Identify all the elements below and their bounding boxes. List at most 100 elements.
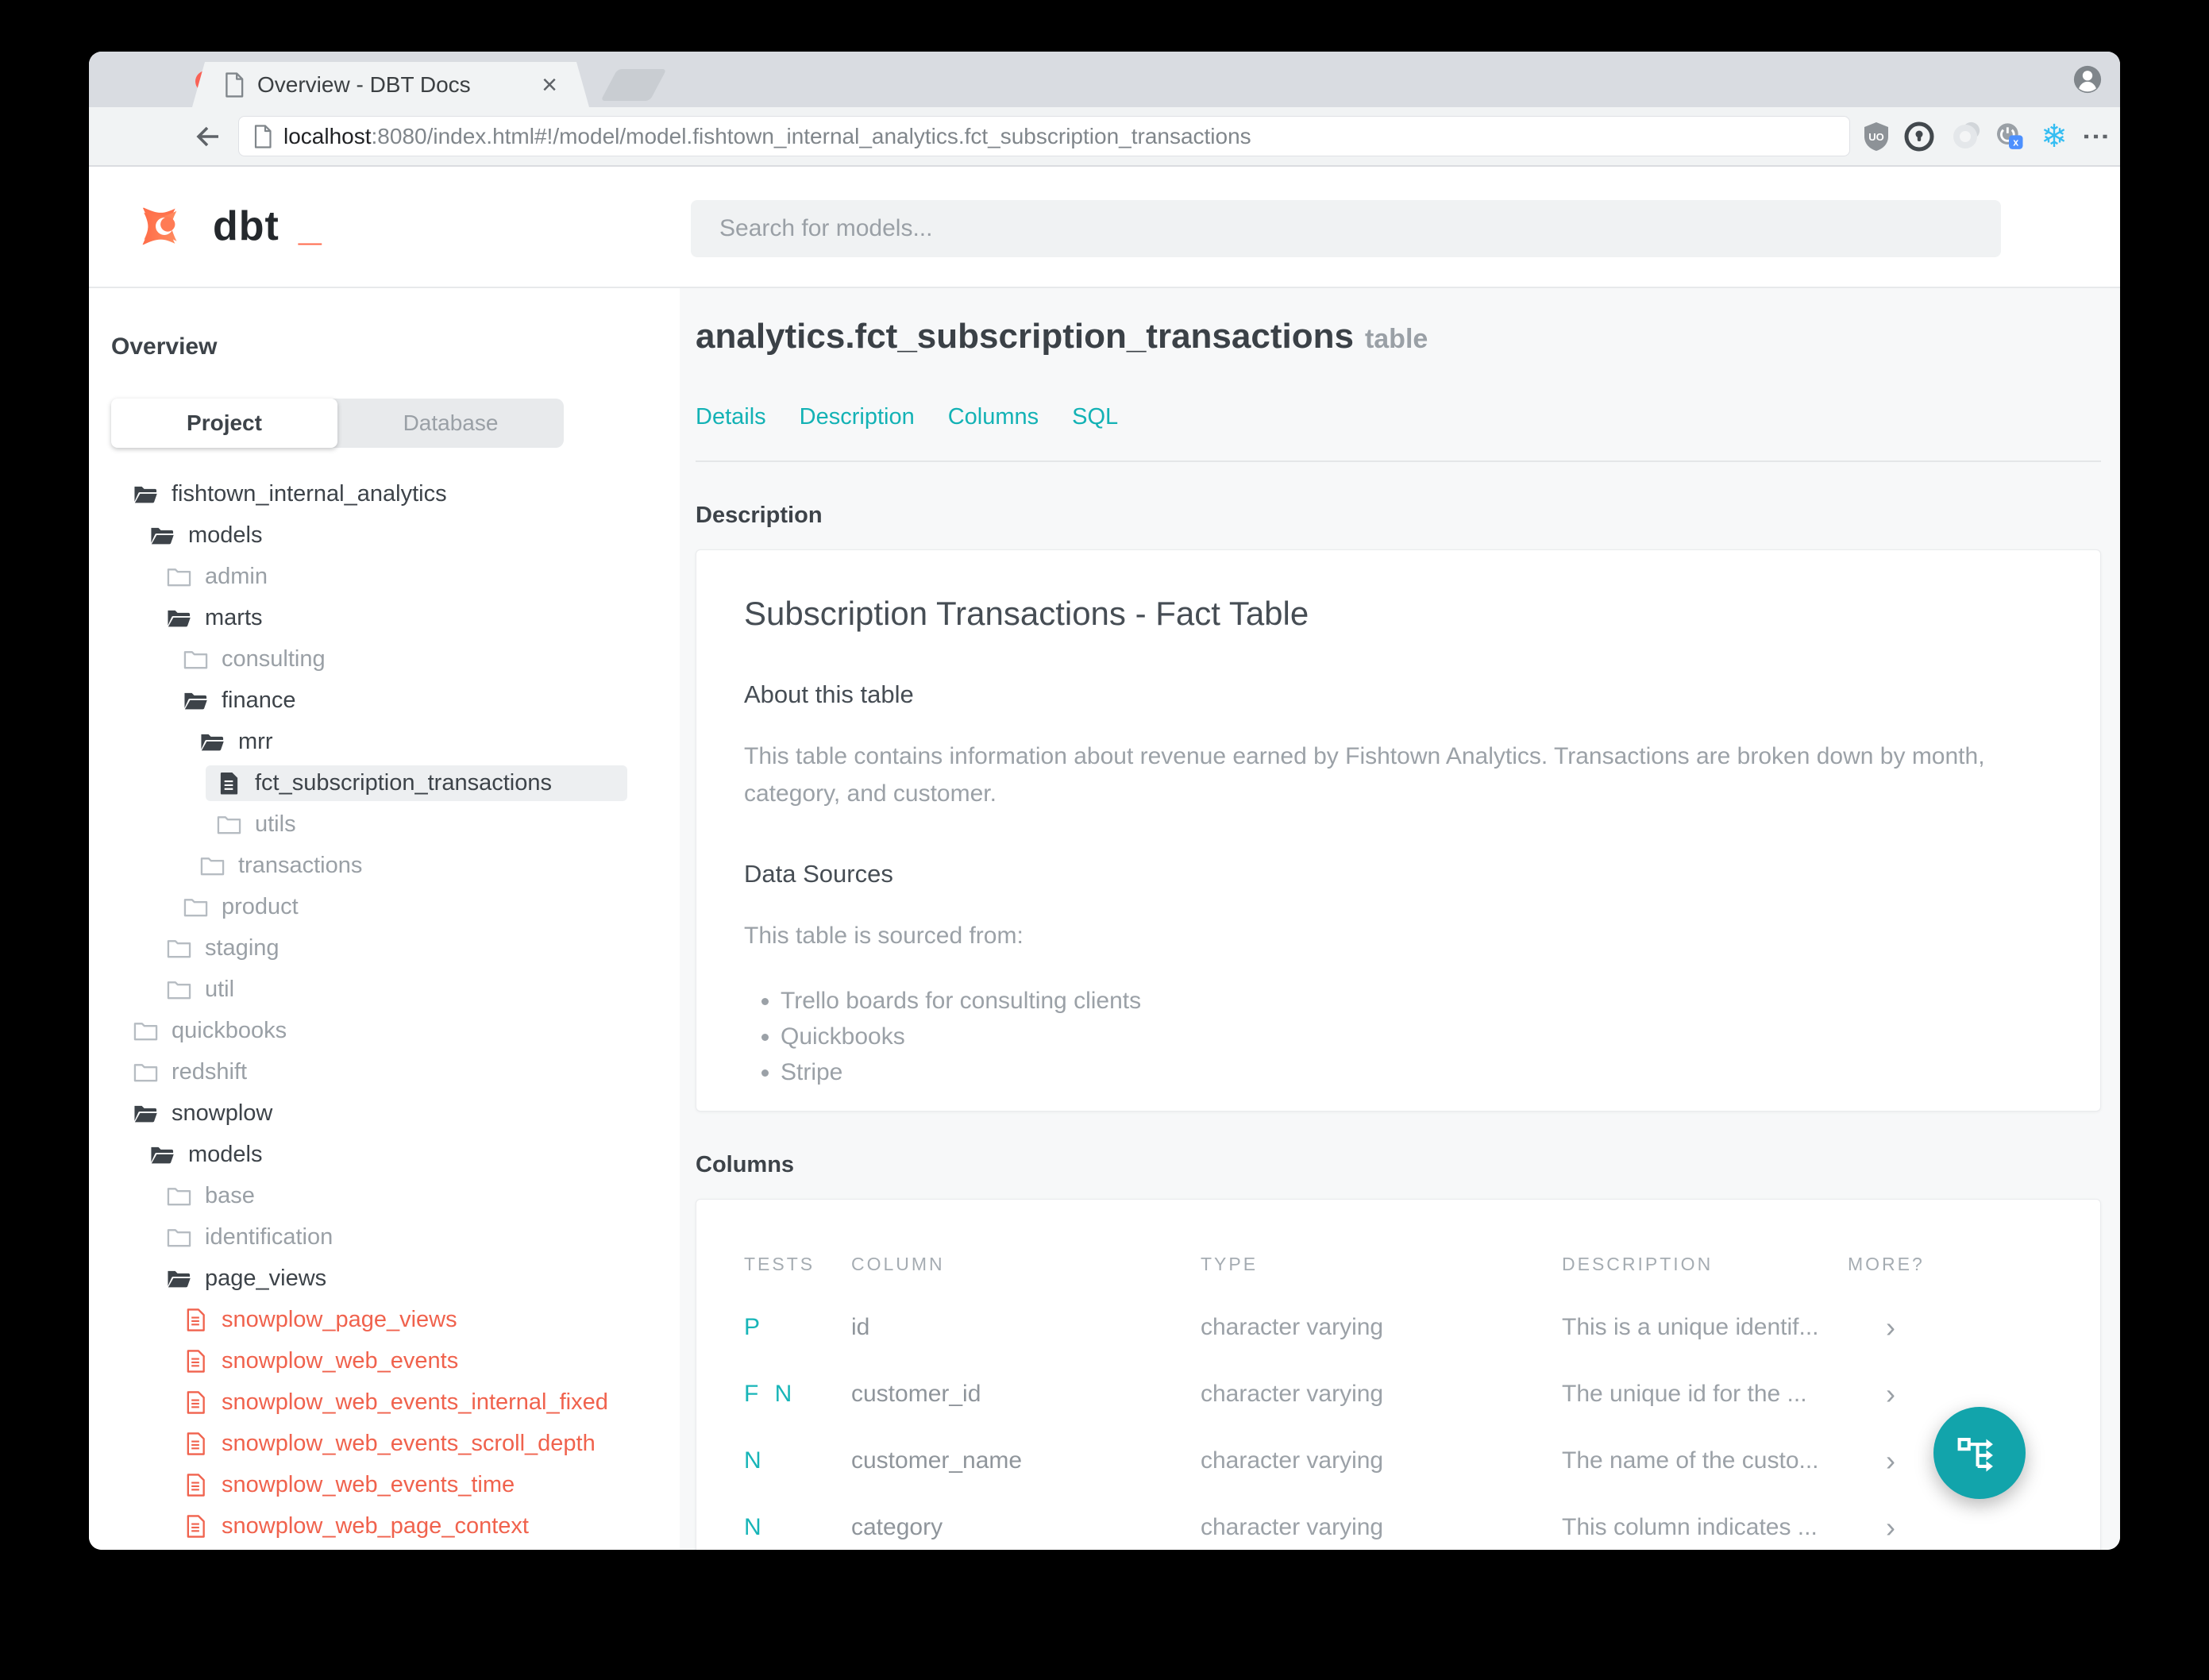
- type-cell: character varying: [1201, 1514, 1384, 1540]
- swirl-extension-icon[interactable]: [1948, 119, 1983, 154]
- tree-item-models[interactable]: models: [111, 514, 680, 556]
- column-header: TESTS: [744, 1254, 815, 1274]
- anchor-link[interactable]: Details: [696, 404, 766, 430]
- tab-title: Overview - DBT Docs: [257, 71, 471, 97]
- tree-item-redshift[interactable]: redshift: [111, 1051, 680, 1092]
- columns-section-heading: Columns: [696, 1152, 795, 1177]
- description-cell: This is a unique identif...: [1562, 1314, 1819, 1340]
- table-row-customer_id[interactable]: F N customer_id character varying The un…: [744, 1361, 2053, 1428]
- materialization-badge: table: [1364, 324, 1428, 354]
- url-bar[interactable]: localhost:8080/index.html#!/model/model.…: [238, 116, 1850, 156]
- tree-item-fct_subscription_transactions[interactable]: fct_subscription_transactions: [111, 762, 680, 803]
- tree-item-icon: [183, 1432, 208, 1455]
- tree-item-icon: [167, 937, 191, 960]
- tests-cell: P: [744, 1314, 765, 1340]
- tree-item-snowplow[interactable]: snowplow: [111, 1092, 680, 1134]
- anchor-link[interactable]: Columns: [948, 404, 1039, 430]
- url-host: localhost: [283, 123, 372, 148]
- expand-row-chevron-icon[interactable]: ›: [1848, 1294, 2053, 1361]
- description-section-heading: Description: [696, 503, 823, 528]
- tree-item-util[interactable]: util: [111, 969, 680, 1010]
- type-cell: character varying: [1201, 1381, 1384, 1407]
- tree-item-staging[interactable]: staging: [111, 927, 680, 969]
- page-icon: [253, 125, 272, 148]
- onepassword-extension-icon[interactable]: [1902, 119, 1937, 154]
- divider: [696, 460, 2101, 462]
- page-title: analytics.fct_subscription_transactions t…: [696, 317, 1428, 356]
- profile-avatar-icon[interactable]: [2072, 64, 2103, 94]
- new-tab-button[interactable]: [600, 69, 667, 101]
- column-name-cell: customer_name: [851, 1447, 1023, 1474]
- description-card: Subscription Transactions - Fact Table A…: [696, 549, 2101, 1112]
- dbt-logo[interactable]: dbt _: [133, 195, 322, 257]
- column-name-cell: category: [851, 1514, 943, 1540]
- doc-title: Subscription Transactions - Fact Table: [744, 595, 1309, 632]
- source-toggle: Project Database: [111, 399, 564, 448]
- ublock-extension-icon[interactable]: UO: [1859, 119, 1894, 154]
- url-path: :8080/index.html#!/model/model.fishtown_…: [371, 123, 1251, 148]
- table-row-id[interactable]: P id character varying This is a unique …: [744, 1294, 2053, 1361]
- about-heading: About this table: [744, 680, 914, 708]
- table-row-customer_name[interactable]: N customer_name character varying The na…: [744, 1428, 2053, 1494]
- browser-toolbar: localhost:8080/index.html#!/model/model.…: [89, 107, 2120, 167]
- tree-item-icon: [200, 854, 225, 877]
- source-item: Trello boards for consulting clients: [781, 983, 2053, 1019]
- sidebar-title: Overview: [111, 333, 218, 360]
- table-row-category[interactable]: N category character varying This column…: [744, 1494, 2053, 1550]
- tree-item-finance[interactable]: finance: [111, 680, 680, 721]
- tests-cell: N: [744, 1514, 766, 1540]
- lineage-graph-icon: [1957, 1438, 1993, 1472]
- expand-row-chevron-icon[interactable]: ›: [1848, 1494, 2053, 1550]
- tree-item-icon: [183, 648, 208, 671]
- tree-item-icon: [167, 565, 191, 588]
- tree-item-snowplow_web_events_internal_fixed[interactable]: snowplow_web_events_internal_fixed: [111, 1381, 680, 1423]
- tree-item-icon: [167, 1185, 191, 1208]
- description-cell: The name of the custo...: [1562, 1447, 1819, 1474]
- tree-item-base[interactable]: base: [111, 1175, 680, 1216]
- tree-item-snowplow_web_page_context[interactable]: snowplow_web_page_context: [111, 1505, 680, 1547]
- tree-item-quickbooks[interactable]: quickbooks: [111, 1010, 680, 1051]
- tree-item-icon: [183, 1474, 208, 1497]
- tree-item-page_views[interactable]: page_views: [111, 1258, 680, 1299]
- snowflake-extension-icon[interactable]: ❄: [2037, 119, 2072, 154]
- power-extension-icon[interactable]: x: [1991, 119, 2026, 154]
- tree-item-product[interactable]: product: [111, 886, 680, 927]
- tree-item-snowplow_page_views[interactable]: snowplow_page_views: [111, 1299, 680, 1340]
- anchor-link[interactable]: Description: [800, 404, 915, 430]
- tree-item-snowplow_web_events[interactable]: snowplow_web_events: [111, 1340, 680, 1381]
- lineage-graph-button[interactable]: [1933, 1407, 2026, 1499]
- tree-item-icon: [167, 1226, 191, 1249]
- tab-close-icon[interactable]: ×: [542, 71, 557, 98]
- tree-item-utils[interactable]: utils: [111, 803, 680, 845]
- tree-item-admin[interactable]: admin: [111, 556, 680, 597]
- anchor-link[interactable]: SQL: [1072, 404, 1118, 430]
- columns-card: TESTS COLUMN TYPE DESCRIPTION MORE? P id cha…: [696, 1199, 2101, 1550]
- tests-cell: F N: [744, 1381, 797, 1407]
- search-input[interactable]: [691, 200, 2001, 257]
- tree-item-marts[interactable]: marts: [111, 597, 680, 638]
- toggle-option[interactable]: Project: [111, 399, 337, 448]
- tree-item-consulting[interactable]: consulting: [111, 638, 680, 680]
- tree-item-icon: [133, 1061, 158, 1084]
- column-name-cell: id: [851, 1314, 870, 1340]
- tree-item-icon: [217, 772, 241, 795]
- tree-item-snowplow_web_events_time[interactable]: snowplow_web_events_time: [111, 1464, 680, 1505]
- tree-item-models[interactable]: models: [111, 1134, 680, 1175]
- anchor-nav: Details Description Columns SQL: [696, 404, 2101, 430]
- tree-item-transactions[interactable]: transactions: [111, 845, 680, 886]
- sources-intro: This table is sourced from:: [744, 923, 1024, 949]
- browser-tab[interactable]: Overview - DBT Docs ×: [192, 62, 589, 107]
- column-header: MORE?: [1848, 1254, 1925, 1274]
- tree-item-icon: [167, 607, 191, 630]
- browser-menu-icon[interactable]: ⋮: [2078, 119, 2113, 154]
- back-button[interactable]: [192, 121, 224, 152]
- tree-item-mrr[interactable]: mrr: [111, 721, 680, 762]
- tree-item-icon: [183, 1308, 208, 1331]
- toggle-option[interactable]: Database: [337, 399, 564, 448]
- tree-item-identification[interactable]: identification: [111, 1216, 680, 1258]
- tree-item-icon: [167, 1267, 191, 1290]
- about-text: This table contains information about re…: [744, 743, 1985, 807]
- tree-item-fishtown_internal_analytics[interactable]: fishtown_internal_analytics: [111, 473, 680, 514]
- tree-item-snowplow_web_events_scroll_depth[interactable]: snowplow_web_events_scroll_depth: [111, 1423, 680, 1464]
- main-panel: analytics.fct_subscription_transactions t…: [680, 288, 2120, 1550]
